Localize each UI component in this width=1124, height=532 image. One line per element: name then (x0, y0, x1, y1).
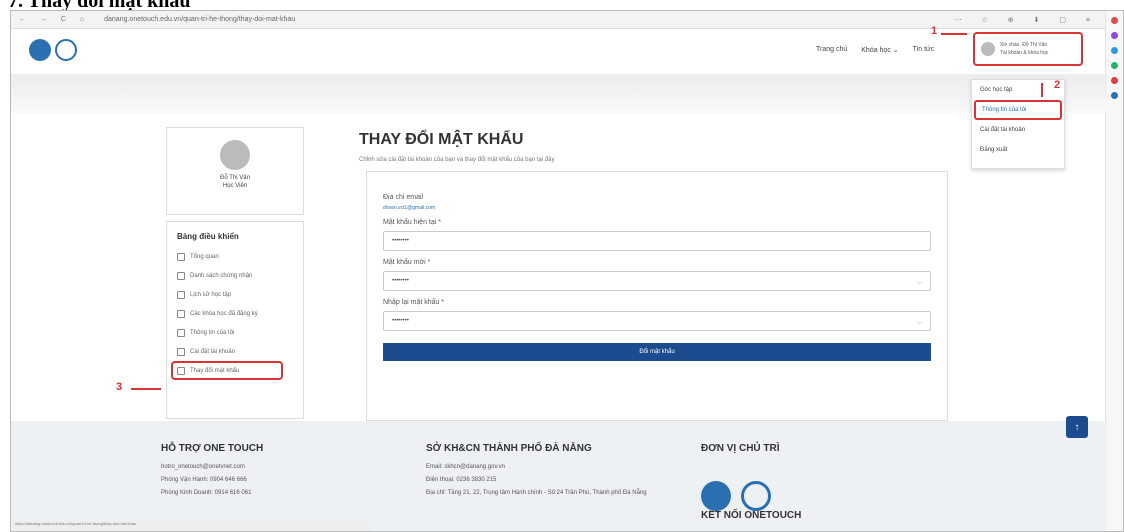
footer-host-title: ĐƠN VỊ CHỦ TRÌ (701, 443, 780, 454)
new-password-field[interactable]: •••••••• ◡ (383, 271, 931, 291)
dropdown-item-account-settings[interactable]: Cài đặt tài khoản (972, 120, 1064, 140)
site-footer: HỖ TRỢ ONE TOUCH hotro_onetouch@onetvnet… (11, 421, 1107, 531)
browser-status-bar: https://danang.onetouch.edu.vn/quan-tri-… (11, 521, 371, 531)
site-header: Trang chủ Khóa học ⌄ Tin tức Xin chào, Đ… (11, 29, 1107, 75)
browser-toolbar: ← → C ⌂ danang.onetouch.edu.vn/quan-tri-… (11, 11, 1107, 29)
current-password-field[interactable]: •••••••• (383, 231, 931, 251)
sidebar-item-certificates[interactable]: Danh sách chứng nhận (177, 266, 293, 285)
change-password-button[interactable]: Đổi mật khẩu (383, 343, 931, 361)
sidebar-item-my-info[interactable]: Thông tin của tôi (177, 323, 293, 342)
sidebar-item-overview[interactable]: Tổng quan (177, 247, 293, 266)
gear-icon (177, 347, 185, 356)
nav-home[interactable]: Trang chủ (816, 46, 847, 54)
chart-icon (177, 252, 185, 261)
annotation-3: 3 (116, 381, 123, 393)
footer-logos (701, 481, 771, 511)
footer-dept-email[interactable]: Email: skhcn@danang.gov.vn (426, 464, 656, 477)
user-subtitle: Tài khoản & khóa học (1000, 50, 1049, 56)
book-icon (177, 309, 185, 318)
extension-icon[interactable] (1111, 47, 1118, 54)
annotation-arrow-3 (131, 388, 161, 390)
logo-arch-icon (55, 39, 77, 61)
annotation-arrow-2 (1041, 83, 1043, 97)
nav-news[interactable]: Tin tức (913, 46, 935, 54)
logo-arch-icon (741, 481, 771, 511)
sidebar-item-history[interactable]: Lịch sử học tập (177, 285, 293, 304)
sidebar-item-settings[interactable]: Cài đặt tài khoản (177, 342, 293, 361)
confirm-password-label: Nhập lại mật khẩu * (383, 299, 445, 306)
profile-name: Đỗ Thị Vân (220, 175, 250, 181)
nav-courses[interactable]: Khóa học ⌄ (861, 46, 898, 54)
user-menu-button[interactable]: Xin chào, Đỗ Thị Vân Tài khoản & khóa họ… (973, 32, 1083, 66)
current-password-value: •••••••• (392, 238, 409, 244)
dropdown-item-my-info[interactable]: Thông tin của tôi (974, 100, 1062, 120)
footer-support-title: HỖ TRỢ ONE TOUCH (161, 443, 264, 454)
change-password-form: Địa chỉ email dovan.vct1@gmail.com Mật k… (366, 171, 948, 421)
dashboard-title: Bảng điều khiển (177, 232, 239, 241)
new-password-value: •••••••• (392, 278, 409, 284)
site-logo[interactable] (29, 39, 77, 61)
footer-department-title: SỞ KH&CN THÀNH PHỐ ĐÀ NẴNG (426, 443, 592, 454)
footer-dept-address: Địa chỉ: Tầng 21, 22, Trung tâm Hành chí… (426, 490, 647, 496)
browser-action-icons[interactable]: ⋯ ☆ ⊕ ⬇ ▢ ≡ (955, 16, 1099, 24)
annotation-arrow-1 (941, 33, 967, 35)
browser-window: ← → C ⌂ danang.onetouch.edu.vn/quan-tri-… (10, 10, 1124, 532)
sidebar-item-change-password[interactable]: Thay đổi mật khẩu (171, 361, 283, 380)
logo-mark-icon (701, 481, 731, 511)
address-bar[interactable]: danang.onetouch.edu.vn/quan-tri-he-thong… (104, 16, 295, 23)
extension-icon[interactable] (1111, 77, 1118, 84)
email-label: Địa chỉ email (383, 194, 424, 201)
extension-sidebar (1105, 11, 1123, 531)
calendar-icon (177, 290, 185, 299)
user-dropdown: Góc học tập Thông tin của tôi Cài đặt tà… (971, 79, 1065, 169)
avatar (981, 42, 995, 56)
footer-email[interactable]: hotro_onetouch@onetvnet.com (161, 464, 263, 477)
logo-mark-icon (29, 39, 51, 61)
profile-avatar (220, 140, 250, 170)
lock-icon (177, 366, 185, 375)
footer-phone-sales[interactable]: Phòng Kinh Doanh: 0914 616 061 (161, 490, 263, 503)
page-title: THAY ĐỔI MẬT KHẨU (359, 131, 524, 148)
user-icon (177, 328, 185, 337)
eye-icon[interactable]: ◡ (917, 278, 922, 285)
user-greeting: Xin chào, Đỗ Thị Vân (1000, 42, 1048, 48)
confirm-password-field[interactable]: •••••••• ◡ (383, 311, 931, 331)
dropdown-item-logout[interactable]: Đăng xuất (972, 140, 1064, 160)
profile-card: Đỗ Thị Vân Học Viên (166, 127, 304, 215)
email-value: dovan.vct1@gmail.com (383, 205, 436, 211)
footer-support: HỖ TRỢ ONE TOUCH hotro_onetouch@onetvnet… (161, 443, 263, 503)
current-password-label: Mật khẩu hiện tại * (383, 219, 441, 226)
page-banner (11, 75, 1107, 113)
page-subtitle: Chỉnh sửa cài đặt tài khoản của bạn và t… (359, 157, 555, 163)
new-password-label: Mật khẩu mới * (383, 259, 431, 266)
extension-icon[interactable] (1111, 62, 1118, 69)
browser-nav-icons[interactable]: ← → C ⌂ (19, 16, 90, 23)
dropdown-item-study-corner[interactable]: Góc học tập (972, 80, 1064, 100)
profile-role: Học Viên (222, 183, 248, 189)
extension-icon[interactable] (1111, 17, 1118, 24)
footer-department: SỞ KH&CN THÀNH PHỐ ĐÀ NẴNG Email: skhcn@… (426, 443, 656, 496)
certificate-icon (177, 271, 185, 280)
sidebar-item-enrolled-courses[interactable]: Các khóa học đã đăng ký (177, 304, 293, 323)
top-nav: Trang chủ Khóa học ⌄ Tin tức (816, 46, 934, 54)
annotation-1: 1 (931, 25, 938, 37)
footer-connect-title: KẾT NỐI ONETOUCH (701, 510, 802, 521)
annotation-2: 2 (1054, 79, 1061, 91)
eye-icon[interactable]: ◡ (917, 318, 922, 325)
confirm-password-value: •••••••• (392, 318, 409, 324)
extension-icon[interactable] (1111, 32, 1118, 39)
extension-icon[interactable] (1111, 92, 1118, 99)
dashboard-menu: Bảng điều khiển Tổng quan Danh sách chứn… (166, 221, 304, 419)
footer-phone-ops[interactable]: Phòng Vận Hành: 0904 646 666 (161, 477, 263, 490)
footer-dept-phone[interactable]: Điện thoại: 0236 3830 215 (426, 477, 656, 490)
back-to-top-button[interactable]: ↑ (1066, 416, 1088, 438)
